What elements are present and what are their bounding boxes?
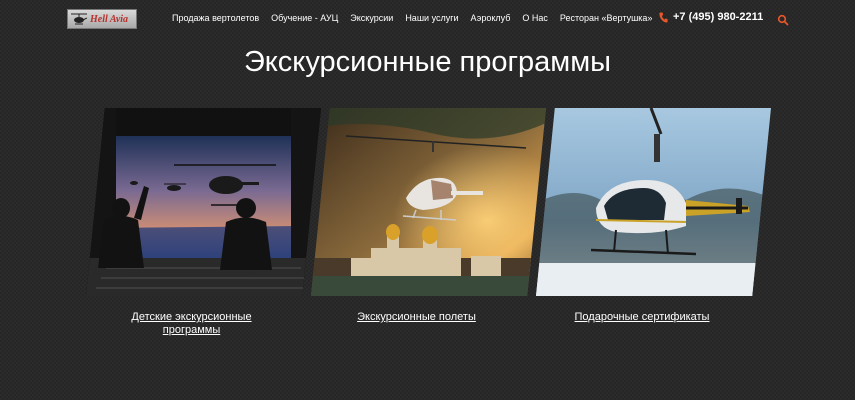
kids-programs-link-line2: программы — [162, 324, 221, 336]
site-logo[interactable]: Hell Avia — [67, 9, 137, 29]
excursion-flights-image[interactable] — [311, 108, 546, 296]
search-icon — [777, 14, 789, 26]
gift-certificates-image[interactable] — [536, 108, 771, 296]
nav-item-training[interactable]: Обучение - АУЦ — [271, 13, 338, 23]
logo-text: Hell Avia — [90, 13, 129, 25]
excursion-flights-link[interactable]: Экскурсионные полеты — [334, 311, 499, 324]
gift-certificates-link[interactable]: Подарочные сертификаты — [558, 311, 726, 324]
helicopter-logo-icon — [71, 13, 87, 25]
kids-programs-image[interactable] — [86, 108, 321, 296]
nav-item-services[interactable]: Наши услуги — [405, 13, 458, 23]
card-kids-programs — [86, 108, 321, 296]
nav-item-excursions[interactable]: Экскурсии — [350, 13, 393, 23]
nav-item-about[interactable]: О Нас — [522, 13, 548, 23]
nav-item-helicopter-sales[interactable]: Продажа вертолетов — [172, 13, 259, 23]
card-excursion-flights — [311, 108, 546, 296]
main-nav: Продажа вертолетов Обучение - АУЦ Экскур… — [172, 13, 652, 23]
page-title: Экскурсионные программы — [243, 46, 612, 78]
nav-item-aeroclub[interactable]: Аэроклуб — [471, 13, 511, 23]
phone-icon — [659, 12, 668, 23]
nav-item-restaurant[interactable]: Ресторан «Вертушка» — [560, 13, 653, 23]
search-button[interactable] — [777, 13, 789, 26]
card-gift-certificates — [536, 108, 771, 296]
site-header: Hell Avia Продажа вертолетов Обучение - … — [0, 0, 855, 40]
kids-programs-link[interactable]: Детские экскурсионные программы — [104, 311, 279, 337]
kids-programs-link-line1: Детские экскурсионные — [131, 311, 252, 323]
phone-number: +7 (495) 980-2211 — [673, 11, 764, 23]
phone-contact[interactable]: +7 (495) 980-2211 — [659, 11, 763, 23]
